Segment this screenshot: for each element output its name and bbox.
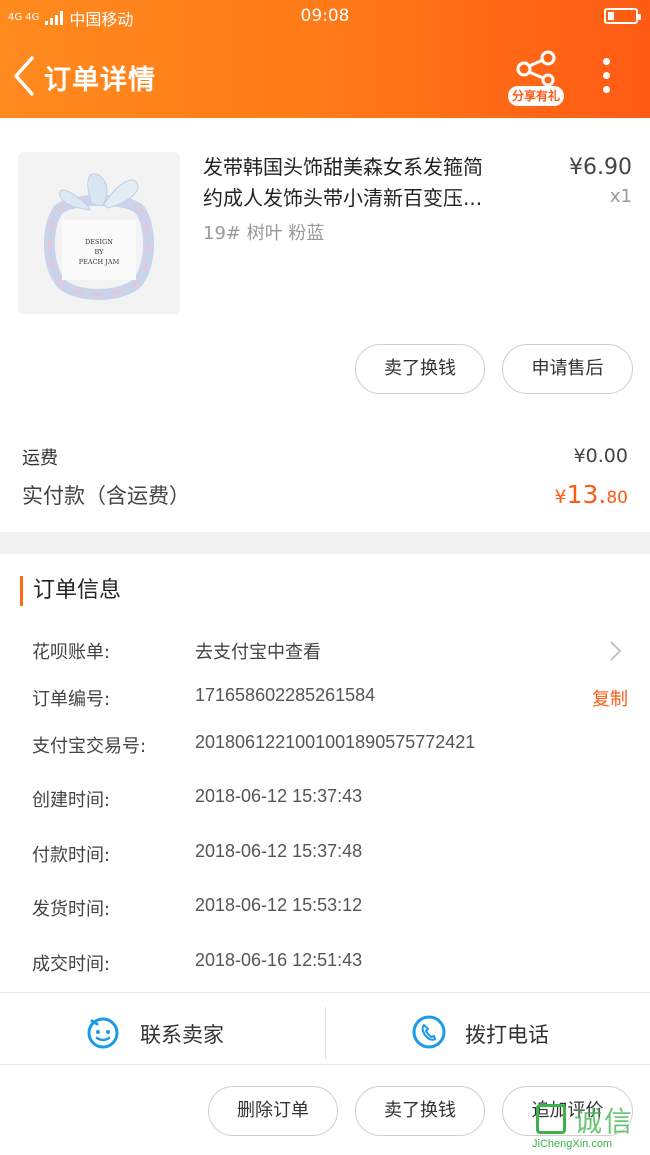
paid-amount: ¥13.80 [555, 480, 629, 509]
after-sale-button[interactable]: 申请售后 [502, 344, 633, 394]
order-number-value: 171658602285261584 [195, 685, 376, 705]
order-info-title: 订单信息 [20, 576, 121, 606]
paid-label: 实付款（含运费） [22, 484, 190, 508]
image-text-by: BY [95, 248, 105, 256]
section-divider [0, 532, 650, 554]
paid-time-value: 2018-06-12 15:37:48 [195, 841, 363, 861]
resell-button[interactable]: 卖了换钱 [355, 344, 485, 394]
huabei-row[interactable]: 花呗账单: 去支付宝中查看 [0, 638, 650, 668]
watermark-logo-icon [536, 1104, 566, 1134]
completed-time-row: 成交时间: 2018-06-16 12:51:43 [0, 950, 650, 980]
order-number-label: 订单编号: [32, 689, 111, 710]
created-time-value: 2018-06-12 15:37:43 [195, 786, 363, 806]
call-phone-button[interactable]: 拨打电话 [325, 993, 650, 1065]
created-time-row: 创建时间: 2018-06-12 15:37:43 [0, 786, 650, 816]
image-text-design: DESIGN [85, 238, 113, 246]
share-icon [516, 50, 556, 87]
page-title: 订单详情 [44, 65, 156, 96]
watermark-text: 诚信 [574, 1105, 635, 1138]
product-title[interactable]: 发带韩国头饰甜美森女系发箍简 约成人发饰头带小清新百变压... [203, 152, 539, 214]
share-label: 分享有礼 [508, 86, 564, 106]
more-menu-icon[interactable] [600, 58, 612, 94]
shipping-label: 运费 [22, 448, 58, 469]
completed-time-label: 成交时间: [32, 954, 111, 975]
paid-time-row: 付款时间: 2018-06-12 15:37:48 [0, 841, 650, 871]
created-time-label: 创建时间: [32, 790, 111, 811]
header-bar: 4G 4G 中国移动 09:08 订单详情 分享有礼 [0, 0, 650, 118]
headband-illustration: DESIGN BY PEACH JAM [18, 152, 180, 314]
paid-integer: 13. [566, 480, 607, 509]
chevron-right-icon [610, 641, 622, 661]
resell-button-bottom[interactable]: 卖了换钱 [355, 1086, 485, 1136]
paid-decimal: 80 [606, 488, 628, 508]
shipped-time-value: 2018-06-12 15:53:12 [195, 895, 363, 915]
watermark: 诚信 JiChengXin.com [532, 1100, 650, 1155]
clock: 09:08 [300, 6, 350, 26]
shipped-time-row: 发货时间: 2018-06-12 15:53:12 [0, 895, 650, 925]
alipay-trade-value: 2018061221001001890575772421 [195, 732, 476, 752]
alipay-trade-row: 支付宝交易号: 2018061221001001890575772421 [0, 732, 650, 762]
product-image[interactable]: DESIGN BY PEACH JAM [18, 152, 180, 314]
paid-time-label: 付款时间: [32, 845, 111, 866]
paid-currency: ¥ [554, 486, 567, 508]
phone-icon [412, 1015, 446, 1049]
product-title-line-1: 发带韩国头饰甜美森女系发箍简 [203, 155, 483, 179]
contact-seller-label: 联系卖家 [140, 1023, 224, 1047]
alipay-trade-label: 支付宝交易号: [32, 736, 147, 757]
copy-button[interactable]: 复制 [592, 685, 628, 711]
huabei-value: 去支付宝中查看 [195, 642, 321, 663]
product-price: ¥6.90 [569, 155, 632, 180]
call-phone-label: 拨打电话 [465, 1023, 549, 1047]
contact-row: 联系卖家 拨打电话 [0, 993, 650, 1065]
share-button[interactable]: 分享有礼 [508, 48, 564, 106]
contact-seller-button[interactable]: 联系卖家 [0, 993, 325, 1065]
image-text-brand: PEACH JAM [79, 258, 120, 266]
product-quantity: x1 [609, 186, 632, 207]
back-arrow-icon[interactable] [10, 54, 40, 98]
status-bar: 4G 4G 中国移动 09:08 [0, 0, 650, 34]
watermark-url: JiChengXin.com [532, 1138, 613, 1150]
order-number-row: 订单编号: 171658602285261584 复制 [0, 685, 650, 715]
completed-time-value: 2018-06-16 12:51:43 [195, 950, 363, 970]
chat-face-icon [87, 1017, 119, 1049]
nav-bar: 订单详情 分享有礼 [0, 44, 650, 108]
shipped-time-label: 发货时间: [32, 899, 111, 920]
huabei-label: 花呗账单: [32, 642, 111, 663]
battery-icon [604, 8, 641, 24]
product-sku: 19# 树叶 粉蓝 [203, 223, 325, 244]
delete-order-button[interactable]: 删除订单 [208, 1086, 338, 1136]
product-title-line-2: 约成人发饰头带小清新百变压... [203, 186, 483, 210]
shipping-value: ¥0.00 [573, 445, 628, 467]
